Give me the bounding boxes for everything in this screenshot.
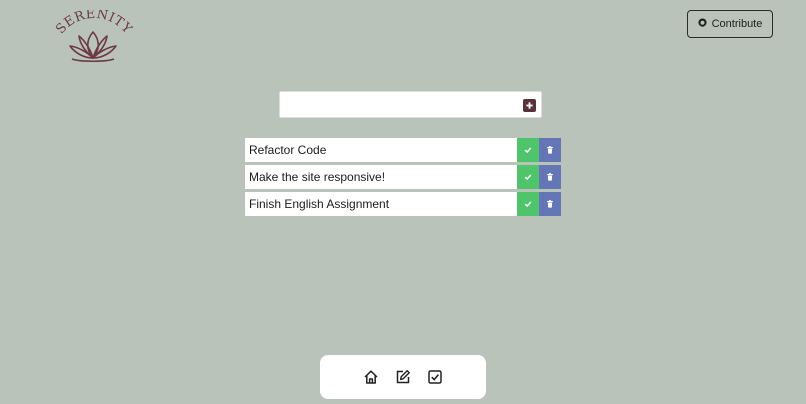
add-task-input[interactable] bbox=[286, 96, 520, 116]
delete-task-button[interactable] bbox=[539, 138, 561, 162]
task-text: Make the site responsive! bbox=[245, 165, 517, 189]
task-row: Make the site responsive! bbox=[245, 165, 561, 189]
home-icon bbox=[364, 370, 378, 384]
contribute-label: Contribute bbox=[711, 18, 763, 30]
task-text: Refactor Code bbox=[245, 138, 517, 162]
nav-edit-button[interactable] bbox=[395, 369, 411, 385]
nav-home-button[interactable] bbox=[363, 369, 379, 385]
complete-task-button[interactable] bbox=[517, 165, 539, 189]
add-task-button[interactable] bbox=[523, 99, 536, 112]
serenity-logo: SERENITY bbox=[46, 7, 140, 68]
trash-icon bbox=[547, 146, 553, 154]
check-icon bbox=[524, 174, 532, 181]
nav-tasks-button[interactable] bbox=[427, 369, 443, 385]
trash-icon bbox=[547, 173, 553, 181]
task-list: Refactor Code Make the site responsive! … bbox=[245, 138, 561, 219]
github-icon bbox=[698, 18, 707, 30]
complete-task-button[interactable] bbox=[517, 192, 539, 216]
check-icon bbox=[524, 201, 532, 208]
check-icon bbox=[524, 147, 532, 154]
delete-task-button[interactable] bbox=[539, 165, 561, 189]
task-row: Refactor Code bbox=[245, 138, 561, 162]
checkbox-icon bbox=[428, 370, 442, 384]
bottom-nav bbox=[320, 355, 486, 399]
delete-task-button[interactable] bbox=[539, 192, 561, 216]
task-row: Finish English Assignment bbox=[245, 192, 561, 216]
edit-icon bbox=[396, 370, 410, 384]
trash-icon bbox=[547, 200, 553, 208]
complete-task-button[interactable] bbox=[517, 138, 539, 162]
task-text: Finish English Assignment bbox=[245, 192, 517, 216]
add-task-box bbox=[279, 91, 542, 118]
contribute-button[interactable]: Contribute bbox=[687, 10, 773, 38]
plus-icon bbox=[526, 102, 533, 109]
